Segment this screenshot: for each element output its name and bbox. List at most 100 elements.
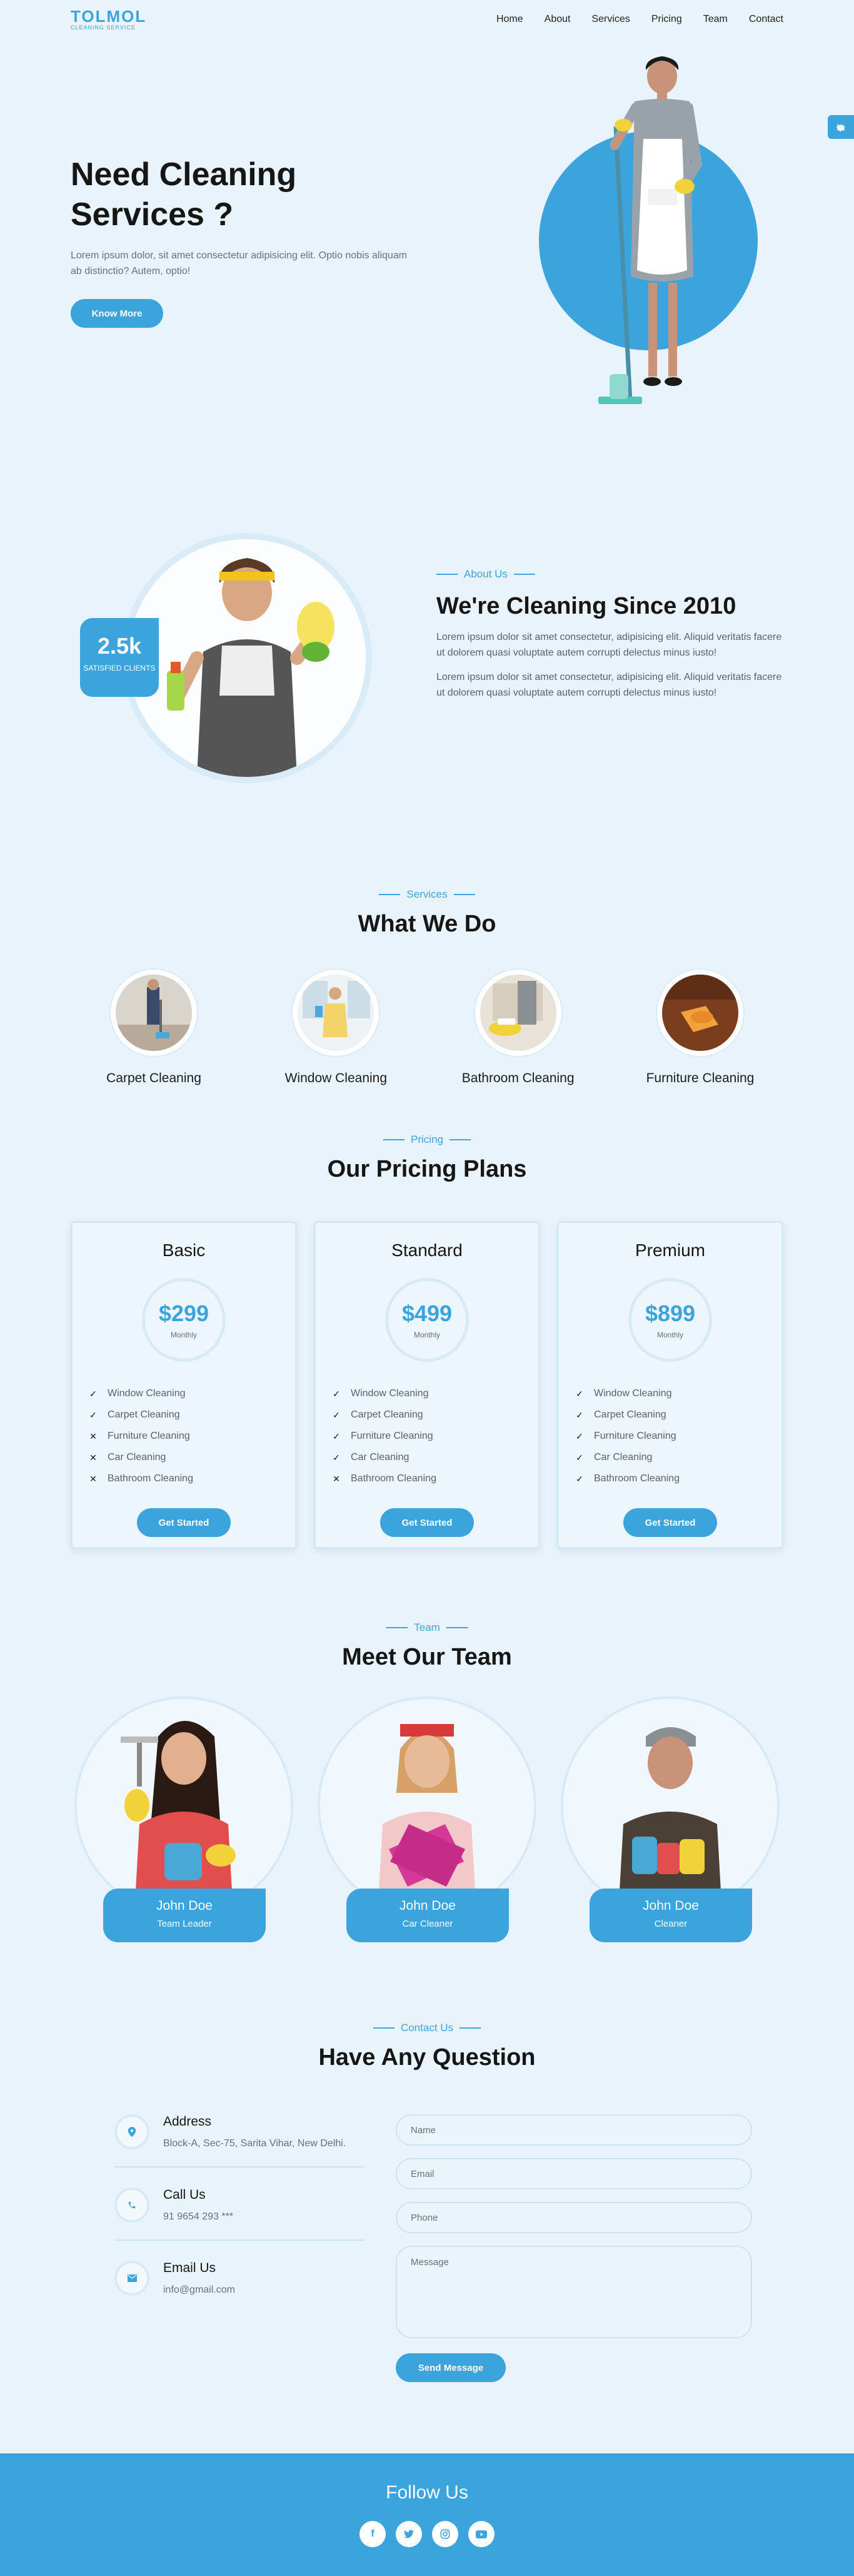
logo-subtitle: CLEANING SERVICE bbox=[71, 24, 136, 31]
nav-services[interactable]: Services bbox=[591, 14, 630, 25]
name-field[interactable]: Name bbox=[396, 2114, 752, 2146]
member-role: Car Cleaner bbox=[402, 1919, 453, 1929]
nav-pricing[interactable]: Pricing bbox=[651, 14, 682, 25]
nav-about[interactable]: About bbox=[545, 14, 571, 25]
feature-item: ✓ Window Cleaning bbox=[332, 1383, 538, 1404]
gear-icon[interactable] bbox=[828, 115, 854, 139]
service-label: Window Cleaning bbox=[284, 1071, 388, 1085]
plan-period: Monthly bbox=[413, 1331, 441, 1339]
service-label: Bathroom Cleaning bbox=[461, 1071, 575, 1085]
member-role: Cleaner bbox=[654, 1919, 688, 1929]
feature-label: Bathroom Cleaning bbox=[351, 1473, 436, 1484]
service-window-cleaning[interactable]: Window Cleaning bbox=[253, 970, 419, 1086]
check-icon: ✓ bbox=[89, 1409, 97, 1420]
window-cleaning-image bbox=[293, 970, 379, 1056]
check-icon: ✓ bbox=[576, 1388, 583, 1399]
hero-text: Lorem ipsum dolor, sit amet consectetur … bbox=[71, 250, 408, 276]
get-started-button[interactable]: Get Started bbox=[623, 1508, 717, 1537]
plan-name: Premium bbox=[635, 1240, 705, 1260]
contact-title: Have Any Question bbox=[318, 2044, 536, 2071]
team-section: Team Meet Our Team John Doe Team Leader … bbox=[71, 1621, 783, 2022]
about-kicker: About Us bbox=[436, 568, 786, 581]
plan-price: $499 bbox=[401, 1301, 453, 1326]
check-icon: ✓ bbox=[576, 1431, 583, 1441]
carpet-cleaning-image bbox=[111, 970, 197, 1056]
service-label: Carpet Cleaning bbox=[106, 1071, 201, 1085]
feature-label: Bathroom Cleaning bbox=[594, 1473, 680, 1484]
feature-label: Carpet Cleaning bbox=[594, 1409, 666, 1420]
service-furniture-cleaning[interactable]: Furniture Cleaning bbox=[617, 970, 783, 1086]
feature-label: Carpet Cleaning bbox=[351, 1409, 423, 1420]
member-photo bbox=[318, 1696, 536, 1915]
member-card: John Doe Car Cleaner bbox=[346, 1889, 509, 1942]
stat-number: 2.5k bbox=[97, 633, 142, 659]
feature-label: Furniture Cleaning bbox=[108, 1431, 190, 1441]
feature-item: ✓ Car Cleaning bbox=[332, 1447, 538, 1468]
service-carpet-cleaning[interactable]: Carpet Cleaning bbox=[71, 970, 237, 1086]
feature-label: Window Cleaning bbox=[594, 1388, 672, 1399]
nav-team[interactable]: Team bbox=[703, 14, 728, 25]
address-title: Address bbox=[163, 2114, 212, 2129]
member-card: John Doe Cleaner bbox=[590, 1889, 752, 1942]
feature-item: ✓ Car Cleaning bbox=[575, 1447, 781, 1468]
phone-field[interactable]: Phone bbox=[396, 2202, 752, 2233]
price-circle: $899 Monthly bbox=[628, 1278, 712, 1362]
feature-label: Window Cleaning bbox=[108, 1388, 186, 1399]
check-icon: ✓ bbox=[333, 1388, 340, 1399]
nav-menu: Home About Services Pricing Team Contact bbox=[496, 14, 783, 25]
email-title: Email Us bbox=[163, 2261, 216, 2275]
services-title: What We Do bbox=[358, 911, 496, 937]
logo[interactable]: TOLMOL CLEANING SERVICE bbox=[71, 8, 146, 31]
feature-item: ✕ Furniture Cleaning bbox=[89, 1426, 295, 1447]
message-field[interactable]: Message bbox=[396, 2246, 752, 2338]
team-member: John Doe Car Cleaner bbox=[314, 1696, 540, 1952]
youtube-icon[interactable] bbox=[468, 2521, 495, 2547]
feature-list: ✓ Window Cleaning ✓ Carpet Cleaning ✓ Furni… bbox=[316, 1383, 538, 1489]
price-circle: $299 Monthly bbox=[142, 1278, 226, 1362]
service-bathroom-cleaning[interactable]: Bathroom Cleaning bbox=[435, 970, 601, 1086]
plan-name: Basic bbox=[162, 1240, 206, 1260]
check-icon: ✓ bbox=[576, 1473, 583, 1484]
nav-home[interactable]: Home bbox=[496, 14, 523, 25]
nav-contact[interactable]: Contact bbox=[749, 14, 783, 25]
cross-icon: ✕ bbox=[89, 1452, 97, 1463]
plan-price: $299 bbox=[158, 1301, 209, 1326]
feature-item: ✓ Carpet Cleaning bbox=[332, 1404, 538, 1426]
furniture-cleaning-image bbox=[656, 970, 743, 1056]
plan-name: Standard bbox=[391, 1240, 463, 1260]
about-text: About Us We're Cleaning Since 2010 Lorem… bbox=[436, 568, 786, 701]
feature-label: Car Cleaning bbox=[108, 1452, 166, 1463]
feature-item: ✓ Window Cleaning bbox=[89, 1383, 295, 1404]
plan-premium: Premium $899 Monthly ✓ Window Cleaning ✓ C… bbox=[557, 1221, 783, 1549]
feature-item: ✕ Bathroom Cleaning bbox=[89, 1468, 295, 1489]
email-value[interactable]: info@gmail.com bbox=[163, 2282, 351, 2298]
feature-item: ✓ Furniture Cleaning bbox=[332, 1426, 538, 1447]
call-value[interactable]: 91 9654 293 *** bbox=[163, 2209, 351, 2224]
feature-list: ✓ Window Cleaning ✓ Carpet Cleaning ✓ Furni… bbox=[559, 1383, 781, 1489]
instagram-icon[interactable] bbox=[432, 2521, 458, 2547]
cross-icon: ✕ bbox=[89, 1431, 97, 1441]
pricing-kicker: Pricing bbox=[383, 1133, 471, 1146]
member-role: Team Leader bbox=[157, 1919, 212, 1929]
facebook-icon[interactable]: f bbox=[359, 2521, 386, 2547]
know-more-button[interactable]: Know More bbox=[71, 299, 163, 328]
price-circle: $499 Monthly bbox=[385, 1278, 469, 1362]
navbar: TOLMOL CLEANING SERVICE Home About Servi… bbox=[71, 0, 783, 39]
get-started-button[interactable]: Get Started bbox=[137, 1508, 231, 1537]
pricing-plans: Basic $299 Monthly ✓ Window Cleaning ✓ Car… bbox=[71, 1221, 783, 1549]
email-field[interactable]: Email bbox=[396, 2158, 752, 2189]
about-paragraph-2: Lorem ipsum dolor sit amet consectetur, … bbox=[436, 672, 782, 698]
hero-section: Need Cleaning Services ? Lorem ipsum dol… bbox=[71, 39, 783, 452]
member-card: John Doe Team Leader bbox=[103, 1889, 266, 1942]
follow-us-title: Follow Us bbox=[386, 2482, 468, 2503]
twitter-icon[interactable] bbox=[396, 2521, 422, 2547]
send-message-button[interactable]: Send Message bbox=[396, 2353, 506, 2382]
check-icon: ✓ bbox=[89, 1388, 97, 1399]
check-icon: ✓ bbox=[333, 1409, 340, 1420]
team-kicker: Team bbox=[386, 1621, 468, 1634]
member-photo bbox=[74, 1696, 293, 1915]
footer: Follow Us f bbox=[0, 2453, 854, 2576]
pricing-title: Our Pricing Plans bbox=[327, 1156, 527, 1182]
contact-section: Contact Us Have Any Question Address Blo… bbox=[71, 2022, 783, 2453]
get-started-button[interactable]: Get Started bbox=[380, 1508, 474, 1537]
